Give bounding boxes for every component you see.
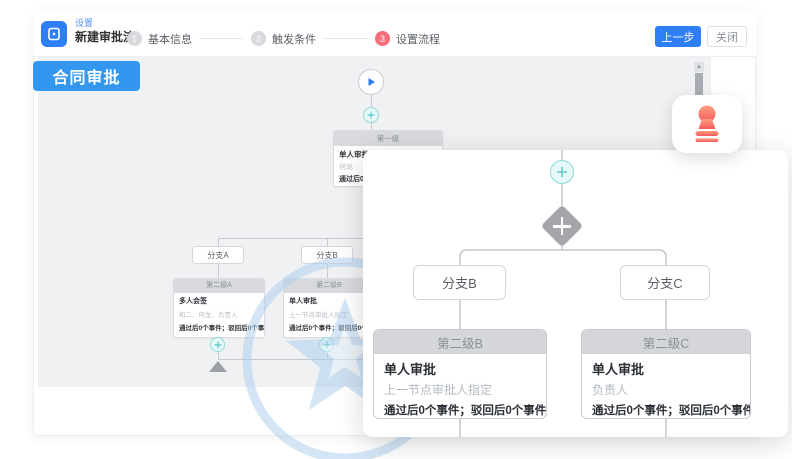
connector-line	[218, 352, 219, 359]
app-icon	[41, 21, 67, 47]
flow-name-badge: 合同审批	[33, 61, 140, 91]
branch-c-node[interactable]: 分支C	[620, 265, 710, 300]
gateway-plus-icon	[561, 217, 564, 235]
stamp-card[interactable]	[672, 95, 742, 153]
connector-line	[371, 123, 372, 130]
connector-line	[327, 352, 328, 359]
approval-node-level2b[interactable]: 第二级B 单人审批 上一节点审批人指定 通过后0个事件；驳回后0个事件	[283, 278, 375, 338]
step-3-label: 设置流程	[396, 31, 440, 47]
step-indicator: 1 基本信息 2 触发条件 3 设置流程	[127, 31, 447, 46]
events-summary: 通过后0个事件；驳回后0个事件	[284, 322, 374, 335]
connector-line	[218, 264, 219, 278]
add-node-button[interactable]	[210, 337, 225, 352]
assignee: 上一节点审批人指定	[384, 380, 536, 401]
plus-icon	[367, 111, 375, 119]
connector-line	[327, 264, 328, 278]
events-summary: 通过后0个事件；驳回后0个事件	[174, 322, 264, 335]
app-category-label: 设置	[75, 18, 93, 29]
approve-type: 单人审批	[592, 359, 740, 380]
step-1-circle[interactable]: 1	[127, 31, 142, 46]
approve-type: 单人审批	[284, 293, 374, 309]
step-1-label: 基本信息	[148, 31, 192, 47]
step-connector	[199, 38, 243, 39]
approval-node-level2a[interactable]: 第二级A 多人会签 和二、何龙、负责人 通过后0个事件；驳回后0个事件	[173, 278, 265, 338]
add-node-button[interactable]	[319, 337, 334, 352]
add-node-button[interactable]	[363, 107, 379, 123]
page: 设置 新建审批流 1 基本信息 2 触发条件 3 设置流程 上一步 关闭 合同审…	[0, 0, 792, 459]
plus-icon	[214, 341, 222, 349]
clipboard-icon	[47, 27, 61, 41]
plus-icon	[556, 166, 568, 178]
step-connector	[323, 38, 367, 39]
add-node-button[interactable]	[550, 160, 574, 184]
assignee: 上一节点审批人指定	[284, 309, 374, 322]
connector-line	[371, 95, 372, 107]
close-button[interactable]: 关闭	[707, 26, 747, 47]
node-title: 第一级	[334, 131, 442, 146]
node-title: 第二级C	[582, 330, 750, 354]
approval-node-level2b-zoom[interactable]: 第二级B 单人审批 上一节点审批人指定 通过后0个事件；驳回后0个事件	[373, 329, 547, 419]
step-3-circle[interactable]: 3	[375, 31, 390, 46]
step-2-label: 触发条件	[272, 31, 316, 47]
events-summary: 通过后0个事件；驳回后0个事件	[592, 401, 740, 419]
branch-b-node[interactable]: 分支B	[413, 265, 506, 300]
assignee: 负责人	[592, 380, 740, 401]
approve-type: 多人会签	[174, 293, 264, 309]
approval-node-level2c-zoom[interactable]: 第二级C 单人审批 负责人 通过后0个事件；驳回后0个事件	[581, 329, 751, 419]
approve-type: 单人审批	[384, 359, 536, 380]
plus-icon	[323, 341, 331, 349]
scrollbar-up-icon[interactable]: ▲	[694, 62, 704, 72]
events-summary: 通过后0个事件；驳回后0个事件	[384, 401, 536, 419]
connector-line	[218, 238, 219, 246]
connector-line	[327, 238, 328, 246]
page-title: 新建审批流	[75, 30, 135, 44]
branch-a-node[interactable]: 分支A	[192, 246, 244, 264]
stamp-icon	[689, 104, 725, 144]
zoom-detail-panel: 分支B 分支C 第二级B 单人审批 上一节点审批人指定 通过后0个事件；驳回后0…	[363, 150, 788, 437]
node-title: 第二级A	[174, 279, 264, 293]
connector-line	[218, 359, 371, 360]
connector-line	[218, 238, 371, 239]
merge-triangle-icon	[209, 361, 227, 372]
step-2-circle[interactable]: 2	[251, 31, 266, 46]
top-bar: 设置 新建审批流 1 基本信息 2 触发条件 3 设置流程 上一步 关闭	[33, 10, 756, 57]
node-title: 第二级B	[284, 279, 374, 293]
branch-b-node[interactable]: 分支B	[301, 246, 353, 264]
play-icon	[366, 77, 376, 87]
assignee: 和二、何龙、负责人	[174, 309, 264, 322]
start-node[interactable]	[358, 69, 384, 95]
previous-step-button[interactable]: 上一步	[655, 26, 701, 47]
node-title: 第二级B	[374, 330, 546, 354]
